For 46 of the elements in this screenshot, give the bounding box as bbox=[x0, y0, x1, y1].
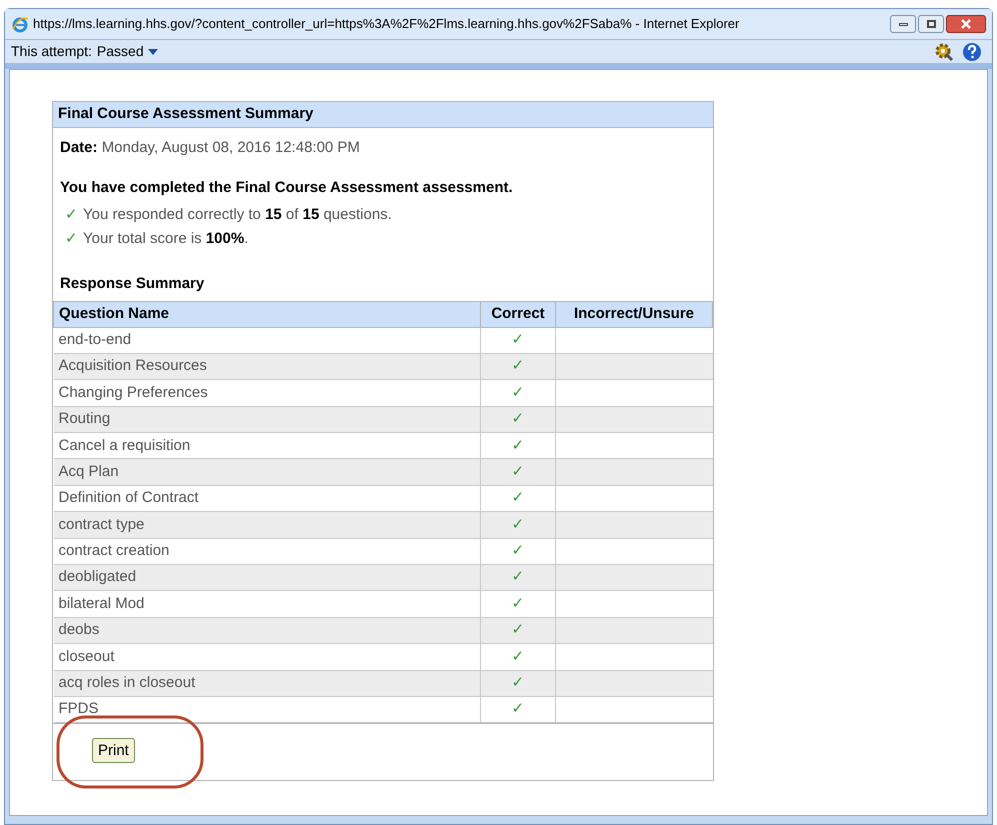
check-icon: ✓ bbox=[512, 542, 524, 560]
check-icon: ✓ bbox=[65, 204, 78, 226]
question-cell: closeout bbox=[54, 644, 480, 670]
section-heading: Response Summary bbox=[60, 274, 206, 294]
caret-icon bbox=[148, 48, 158, 54]
check-icon: ✓ bbox=[512, 568, 524, 586]
question-cell: contract type bbox=[54, 512, 480, 538]
check-icon: ✓ bbox=[512, 357, 524, 374]
question-cell: Acq Plan bbox=[54, 458, 480, 486]
gear-icon[interactable] bbox=[934, 42, 954, 62]
result-text: You responded correctly to 15 of 15 questions. bbox=[83, 204, 392, 225]
question-cell: Changing Preferences bbox=[54, 380, 480, 406]
check-icon: ✓ bbox=[512, 384, 524, 401]
date-line: Date: Monday, August 08, 2016 12:48:00 PM bbox=[60, 138, 361, 158]
attempt-dropdown[interactable]: Passed bbox=[96, 41, 158, 62]
column-header: Question Name bbox=[54, 301, 480, 327]
check-icon: ✓ bbox=[512, 621, 524, 638]
check-icon: ✓ bbox=[512, 674, 524, 692]
check-icon: ✓ bbox=[512, 410, 524, 428]
check-icon: ✓ bbox=[512, 648, 524, 665]
close-button[interactable] bbox=[946, 15, 986, 33]
question-cell: acq roles in closeout bbox=[54, 670, 480, 696]
check-icon: ✓ bbox=[512, 594, 524, 612]
check-icon: ✓ bbox=[512, 462, 524, 480]
check-icon: ✓ bbox=[512, 436, 524, 454]
check-icon: ✓ bbox=[512, 516, 524, 533]
check-icon: ✓ bbox=[512, 489, 524, 506]
window-title: https://lms.learning.hhs.gov/?content_controller_url=https%3A%2F%2Flms.learning.hhs.gov%2FSaba% - Internet Explorer bbox=[33, 15, 740, 34]
check-icon: ✓ bbox=[512, 330, 524, 348]
check-icon: ✓ bbox=[65, 228, 78, 250]
close-icon bbox=[961, 19, 971, 29]
result-text: Your total score is 100%. bbox=[83, 228, 248, 249]
browser-logo-icon bbox=[11, 15, 29, 33]
question-cell: FPDS bbox=[54, 696, 480, 723]
print-button[interactable]: Print bbox=[92, 738, 135, 764]
check-icon: ✓ bbox=[512, 700, 524, 718]
help-icon[interactable] bbox=[962, 42, 982, 62]
completion-heading: You have completed the Final Course Assessment assessment. bbox=[60, 178, 514, 198]
minimize-button[interactable] bbox=[890, 15, 916, 33]
panel-title: Final Course Assessment Summary bbox=[53, 102, 713, 128]
column-header: Correct bbox=[480, 301, 556, 327]
restore-button[interactable] bbox=[918, 15, 944, 33]
question-cell: end-to-end bbox=[54, 327, 480, 354]
column-header: Incorrect/Unsure bbox=[556, 301, 712, 327]
question-cell: bilateral Mod bbox=[54, 590, 480, 618]
attempt-label: This attempt: bbox=[11, 42, 92, 61]
